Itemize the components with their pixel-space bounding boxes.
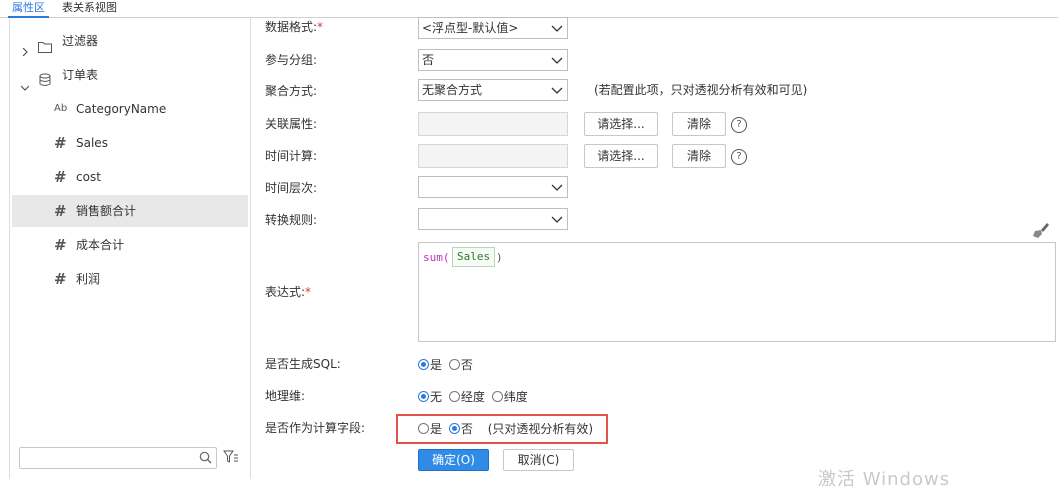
filter-icon[interactable] [223, 450, 239, 467]
label-group: 参与分组: [265, 53, 318, 67]
related-attr-choose-button[interactable]: 请选择... [584, 112, 658, 136]
text-field-icon: Ab [54, 103, 68, 114]
tab-table-relations[interactable]: 表关系视图 [58, 0, 121, 16]
label-time-level: 时间层次: [265, 181, 318, 195]
number-field-icon: # [54, 270, 67, 288]
chevron-down-icon [551, 54, 563, 68]
radio-label: 否 [460, 357, 473, 372]
calc-field-note: (只对透视分析有效) [487, 421, 594, 436]
number-field-icon: # [54, 134, 67, 152]
tab-bar [0, 0, 1058, 18]
tree-search-input[interactable] [19, 447, 217, 469]
tree-item-label: 过滤器 [62, 34, 99, 48]
radio-label: 纬度 [503, 389, 528, 404]
label-gen-sql: 是否生成SQL: [265, 357, 341, 371]
tree-item-cost-total[interactable]: # 成本合计 [12, 230, 248, 260]
chevron-down-icon [551, 84, 563, 98]
related-attr-clear-button[interactable]: 清除 [672, 112, 726, 136]
expr-close-paren: ) [496, 251, 503, 264]
label-aggregation: 聚合方式: [265, 84, 318, 98]
help-icon[interactable]: ? [731, 117, 747, 133]
tree-item-filter[interactable]: 过滤器 [12, 26, 248, 57]
number-field-icon: # [54, 168, 67, 186]
gen-sql-no-radio[interactable] [448, 359, 460, 370]
search-icon[interactable] [199, 451, 212, 467]
tab-properties[interactable]: 属性区 [8, 0, 49, 18]
number-field-icon: # [54, 236, 67, 254]
label-geo: 地理维: [265, 389, 306, 403]
expression-editor[interactable]: sum( Sales ) [418, 242, 1056, 342]
chevron-down-icon [551, 181, 563, 195]
tree-item-sales-total[interactable]: # 销售额合计 [12, 195, 248, 227]
time-calc-clear-button[interactable]: 清除 [672, 144, 726, 168]
tree-item-sales[interactable]: # Sales [12, 128, 248, 158]
tree-item-label: 利润 [76, 272, 101, 286]
expr-field-token[interactable]: Sales [452, 247, 496, 267]
tree-item-label: 成本合计 [76, 238, 125, 252]
tree-item-categoryname[interactable]: Ab CategoryName [12, 94, 248, 124]
time-calc-field [418, 144, 568, 168]
geo-none-radio[interactable] [418, 391, 429, 402]
geo-longitude-radio[interactable] [448, 391, 460, 402]
chevron-down-icon [551, 213, 563, 227]
label-calc-field: 是否作为计算字段: [265, 421, 366, 435]
gen-sql-yes-radio[interactable] [418, 359, 429, 370]
aggregation-hint: (若配置此项，只对透视分析有效和可见) [594, 83, 808, 97]
time-level-select[interactable] [418, 176, 568, 198]
related-attr-field [418, 112, 568, 136]
label-convert-rule: 转换规则: [265, 213, 318, 227]
tree-item-cost[interactable]: # cost [12, 162, 248, 192]
data-format-select[interactable]: <浮点型-默认值> [418, 17, 568, 39]
tree-item-label: Sales [76, 136, 108, 150]
ok-button[interactable]: 确定(O) [418, 449, 489, 471]
aggregation-select[interactable]: 无聚合方式 [418, 79, 568, 101]
label-time-calc: 时间计算: [265, 149, 318, 163]
calc-field-yes-radio[interactable] [418, 423, 429, 434]
geo-radio-group: 无 经度 纬度 [418, 386, 531, 406]
time-calc-choose-button[interactable]: 请选择... [584, 144, 658, 168]
radio-label: 经度 [460, 389, 485, 404]
number-field-icon: # [54, 202, 67, 220]
tree-item-label: CategoryName [76, 102, 167, 116]
label-related-attr: 关联属性: [265, 117, 318, 131]
radio-label: 是 [430, 421, 443, 436]
calc-field-radio-group: 是 否 (只对透视分析有效) [418, 418, 596, 438]
tree-item-label: cost [76, 170, 101, 184]
label-expression: 表达式:* [265, 285, 312, 299]
tree-item-profit[interactable]: # 利润 [12, 264, 248, 294]
group-select[interactable]: 否 [418, 49, 568, 71]
calc-field-no-radio[interactable] [448, 423, 460, 434]
gen-sql-radio-group: 是 否 [418, 354, 476, 374]
radio-label: 是 [430, 357, 443, 372]
chevron-down-icon [551, 22, 563, 36]
tree-item-label: 订单表 [62, 68, 99, 82]
geo-latitude-radio[interactable] [491, 391, 503, 402]
convert-rule-select[interactable] [418, 208, 568, 230]
label-data-format: 数据格式:* [265, 20, 324, 34]
format-brush-icon[interactable] [1032, 221, 1050, 242]
radio-label: 否 [460, 421, 473, 436]
tree-item-order-table[interactable]: 订单表 [12, 60, 248, 91]
expr-function: sum( [423, 251, 450, 264]
windows-activation-watermark: 激活 Windows [818, 469, 951, 490]
help-icon[interactable]: ? [731, 149, 747, 165]
tree-item-label: 销售额合计 [76, 204, 137, 218]
cancel-button[interactable]: 取消(C) [503, 449, 574, 471]
radio-label: 无 [430, 389, 443, 404]
